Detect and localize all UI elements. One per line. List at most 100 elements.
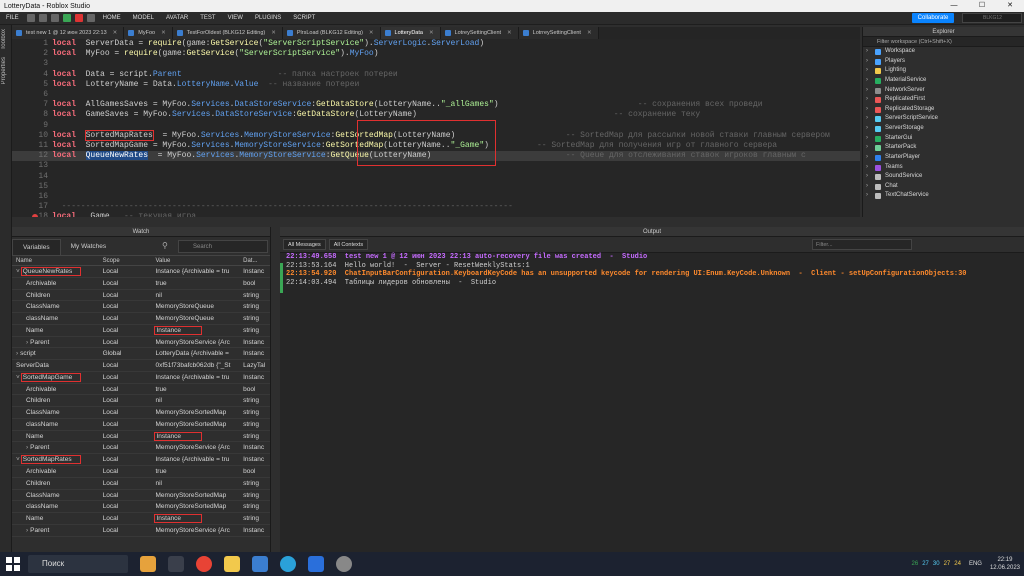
explorer-item[interactable]: › Workspace xyxy=(863,47,1024,57)
tray-indicator[interactable]: 26 xyxy=(912,561,919,567)
watch-row[interactable]: ClassName Local MemoryStoreSortedMap string xyxy=(12,490,270,502)
taskview-icon[interactable] xyxy=(168,556,184,572)
menu-script[interactable]: SCRIPT xyxy=(287,12,321,25)
chevron-right-icon[interactable]: › xyxy=(866,57,868,67)
play-icon[interactable] xyxy=(62,14,71,22)
explorer-item[interactable]: › StarterGui xyxy=(863,134,1024,144)
chevron-icon[interactable]: ˅ xyxy=(16,456,20,463)
watch-row[interactable]: › Parent Local MemoryStoreService {Arc Insta… xyxy=(12,442,270,455)
chevron-right-icon[interactable]: › xyxy=(866,182,868,192)
explorer-item[interactable]: › Chat xyxy=(863,182,1024,192)
breakpoint-icon[interactable] xyxy=(32,214,38,217)
folder-icon[interactable] xyxy=(224,556,240,572)
tab-my-watches[interactable]: My Watches xyxy=(61,239,117,255)
watch-row[interactable]: ClassName Local MemoryStoreQueue string xyxy=(12,301,270,314)
chevron-right-icon[interactable]: › xyxy=(866,66,868,76)
watch-row[interactable]: › Parent Local MemoryStoreService {Arc Insta… xyxy=(12,525,270,537)
chevron-icon[interactable]: › xyxy=(26,339,28,346)
explorer-item[interactable]: › MaterialService xyxy=(863,76,1024,86)
output-line[interactable]: 22:13:53.164 Hello world! - Server - Res… xyxy=(286,262,1024,271)
watch-row[interactable]: Children Local nil string xyxy=(12,290,270,302)
watch-row[interactable]: className Local MemoryStoreQueue string xyxy=(12,313,270,325)
chevron-right-icon[interactable]: › xyxy=(866,134,868,144)
tab-script[interactable]: LotteryData ✕ xyxy=(380,27,441,39)
tab-script[interactable]: LotreySettingClient ✕ xyxy=(440,27,519,39)
watch-row[interactable]: Name Local Instance string xyxy=(12,513,270,525)
watch-row[interactable]: className Local MemoryStoreSortedMap string xyxy=(12,501,270,514)
filter-icon[interactable]: ⚲ xyxy=(162,241,168,250)
explorer-item[interactable]: › ReplicatedFirst xyxy=(863,95,1024,105)
watch-row[interactable]: Archivable Local true bool xyxy=(12,278,270,290)
tab-script[interactable]: MyFoo ✕ xyxy=(124,27,173,39)
chevron-right-icon[interactable]: › xyxy=(866,76,868,86)
menu-model[interactable]: MODEL xyxy=(127,12,160,25)
tray-indicator[interactable]: 27 xyxy=(944,561,951,567)
chevron-right-icon[interactable]: › xyxy=(866,114,868,124)
explorer-item[interactable]: › Lighting xyxy=(863,66,1024,76)
chevron-right-icon[interactable]: › xyxy=(866,153,868,163)
menu-home[interactable]: HOME xyxy=(97,12,127,25)
explorer-item[interactable]: › StarterPack xyxy=(863,143,1024,153)
telegram-icon[interactable] xyxy=(280,556,296,572)
watch-row[interactable]: Children Local nil string xyxy=(12,395,270,408)
chevron-right-icon[interactable]: › xyxy=(866,47,868,57)
watch-row[interactable]: className Local MemoryStoreSortedMap string xyxy=(12,419,270,431)
explorer-item[interactable]: › ServerScriptService xyxy=(863,114,1024,124)
windows-start-icon[interactable] xyxy=(6,557,20,571)
save-icon[interactable] xyxy=(26,14,35,22)
messages-dropdown[interactable]: All Messages xyxy=(283,239,326,250)
clock[interactable]: 22:19 12.06.2023 xyxy=(990,556,1020,572)
explorer-item[interactable]: › Players xyxy=(863,57,1024,67)
chevron-right-icon[interactable]: › xyxy=(866,191,868,201)
output-line[interactable]: 22:13:49.658 test new 1 @ 12 июн 2023 22… xyxy=(286,253,1024,262)
chevron-right-icon[interactable]: › xyxy=(866,86,868,96)
explorer-item[interactable]: › StarterPlayer xyxy=(863,153,1024,163)
chevron-right-icon[interactable]: › xyxy=(866,172,868,182)
tray-lang[interactable]: ENG xyxy=(969,561,982,567)
explorer-item[interactable]: › Teams xyxy=(863,163,1024,173)
redo-icon[interactable] xyxy=(50,14,59,22)
col-scope[interactable]: Scope xyxy=(101,256,154,265)
chevron-right-icon[interactable]: › xyxy=(866,143,868,153)
close-tab-icon[interactable]: ✕ xyxy=(161,30,166,36)
taskbar-search[interactable]: Поиск xyxy=(28,555,128,573)
close-tab-icon[interactable]: ✕ xyxy=(271,30,276,36)
chevron-icon[interactable]: ˅ xyxy=(16,374,20,381)
undo-icon[interactable] xyxy=(38,14,47,22)
explorer-item[interactable]: › ReplicatedStorage xyxy=(863,105,1024,115)
maximize-button[interactable]: ☐ xyxy=(968,0,996,12)
output-filter-input[interactable]: Filter... xyxy=(812,239,912,250)
tray-indicator[interactable]: 24 xyxy=(954,561,961,567)
app-icon[interactable] xyxy=(308,556,324,572)
col-name[interactable]: Name xyxy=(12,256,101,265)
user-badge[interactable]: BLKG12 xyxy=(962,13,1022,23)
chevron-icon[interactable]: › xyxy=(26,444,28,451)
menu-test[interactable]: TEST xyxy=(194,12,221,25)
output-line[interactable]: 22:14:03.494 Таблицы лидеров обновлены -… xyxy=(286,279,1024,288)
minimize-button[interactable]: — xyxy=(940,0,968,12)
app2-icon[interactable] xyxy=(336,556,352,572)
watch-row[interactable]: ˅ SortedMapGame Local Instance {Archivable … xyxy=(12,372,270,384)
watch-row[interactable]: ClassName Local MemoryStoreSortedMap string xyxy=(12,407,270,419)
chevron-icon[interactable]: ˅ xyxy=(16,268,20,275)
roblox-studio-icon[interactable] xyxy=(252,556,268,572)
close-tab-icon[interactable]: ✕ xyxy=(369,30,374,36)
tab-script[interactable]: TestForOldest (BLKG12 Editing) ✕ xyxy=(172,27,283,39)
watch-row[interactable]: › Parent Local MemoryStoreService {Arc Insta… xyxy=(12,337,270,349)
explorer-item[interactable]: › ServerStorage xyxy=(863,124,1024,134)
watch-row[interactable]: Archivable Local true bool xyxy=(12,466,270,478)
close-tab-icon[interactable]: ✕ xyxy=(587,30,592,36)
explorer-item[interactable]: › TextChatService xyxy=(863,191,1024,201)
tray-indicator[interactable]: 27 xyxy=(922,561,929,567)
stop-icon[interactable] xyxy=(74,14,83,22)
menu-view[interactable]: VIEW xyxy=(222,12,249,25)
tab-variables[interactable]: Variables xyxy=(12,239,61,255)
chevron-icon[interactable]: › xyxy=(26,527,28,534)
menu-file[interactable]: FILE xyxy=(0,12,25,25)
watch-row[interactable]: Name Local Instance string xyxy=(12,325,270,337)
settings-icon[interactable] xyxy=(86,14,95,22)
toolbox-tab[interactable]: Toolbox xyxy=(1,29,7,50)
chevron-right-icon[interactable]: › xyxy=(866,163,868,173)
watch-row[interactable]: › script Global LotteryData {Archivable = In… xyxy=(12,348,270,361)
output-line[interactable]: 22:13:54.920 ChatInputBarConfiguration.K… xyxy=(286,270,1024,279)
